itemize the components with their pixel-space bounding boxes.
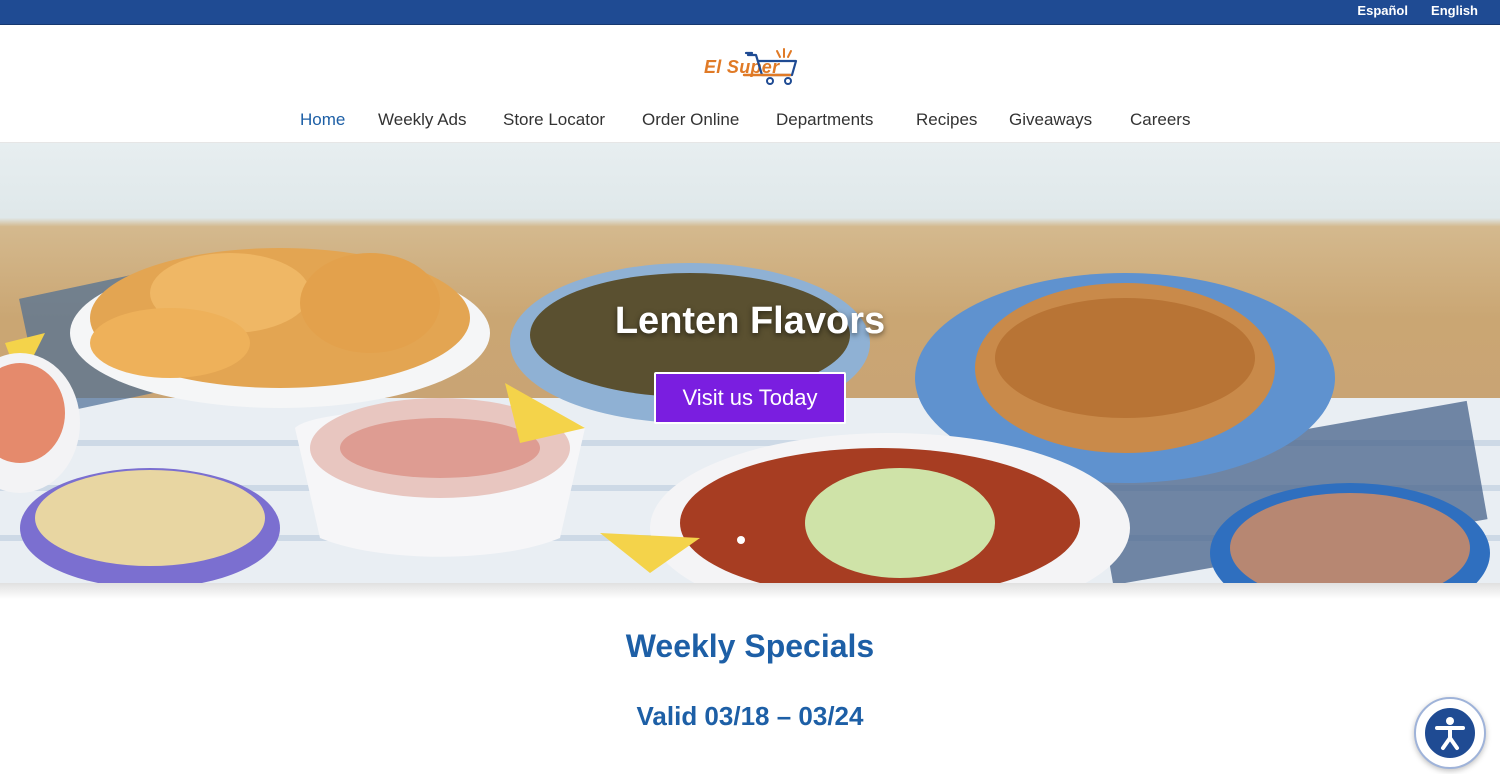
language-bar: Español English: [0, 0, 1500, 25]
language-espanol-link[interactable]: Español: [1357, 3, 1408, 18]
nav-item-giveaways[interactable]: Giveaways: [1009, 110, 1092, 130]
nav-item-careers[interactable]: Careers: [1130, 110, 1190, 130]
nav-item-home[interactable]: Home: [300, 110, 345, 130]
weekly-specials-dates: Valid 03/18 – 03/24: [636, 701, 864, 731]
language-english-link[interactable]: English: [1431, 3, 1478, 18]
nav-item-store-locator[interactable]: Store Locator: [503, 110, 605, 130]
nav-item-order-online[interactable]: Order Online: [642, 110, 739, 130]
nav-item-departments[interactable]: Departments: [776, 110, 873, 130]
hero-banner: Lenten Flavors Visit us Today: [0, 143, 1500, 583]
shopping-cart-icon: [742, 48, 798, 85]
el-super-logo[interactable]: El Super: [700, 45, 800, 89]
accessibility-button[interactable]: [1414, 697, 1486, 769]
nav-item-recipes[interactable]: Recipes: [916, 110, 977, 130]
visit-us-today-button[interactable]: Visit us Today: [654, 372, 846, 424]
hero-title: Lenten Flavors: [614, 300, 886, 342]
hero-food-image: [0, 248, 1500, 583]
accessibility-icon: [1422, 705, 1478, 761]
site-header: El Super Home Weekly Ads Store Locator O…: [0, 25, 1500, 143]
main-nav: Home Weekly Ads Store Locator Order Onli…: [0, 107, 1500, 137]
nav-item-weekly-ads[interactable]: Weekly Ads: [378, 110, 467, 130]
carousel-dot[interactable]: [737, 536, 745, 544]
hero-shadow: [0, 583, 1500, 599]
weekly-specials-title: Weekly Specials: [625, 628, 875, 664]
